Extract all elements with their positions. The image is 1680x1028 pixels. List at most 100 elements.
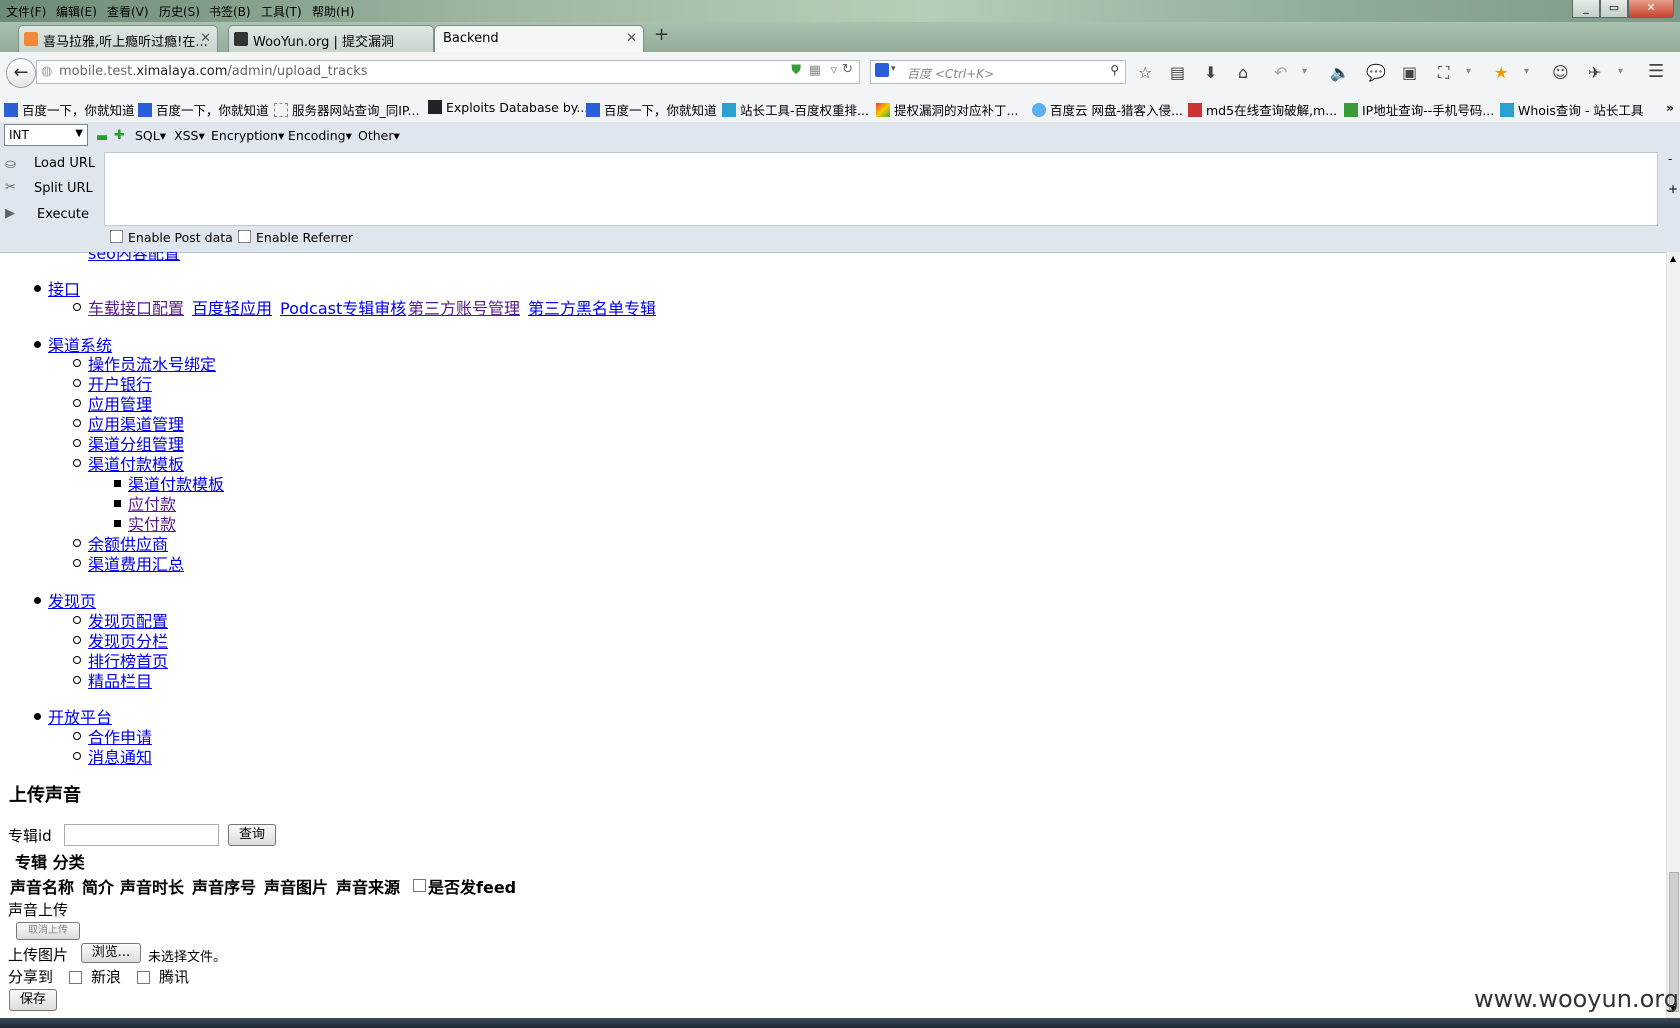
tab-ximalaya[interactable]: 喜马拉雅,听上瘾听过瘾!在... ✕	[18, 25, 218, 52]
bookmark-item[interactable]: 提权漏洞的对应补丁...	[876, 100, 1018, 119]
menu-tools[interactable]: 工具(T)	[261, 3, 302, 20]
browse-button[interactable]: 浏览...	[81, 943, 141, 963]
enable-referrer-checkbox[interactable]: Enable Referrer	[238, 230, 353, 245]
qr-icon[interactable]: ▦	[809, 63, 821, 78]
nav-link-channel-7[interactable]: 渠道费用汇总	[88, 551, 184, 575]
query-button[interactable]: 查询	[228, 824, 276, 846]
shield-icon[interactable]: ⛊	[791, 63, 801, 78]
xss-menu[interactable]: XSS▾	[174, 128, 205, 143]
tab-wooyun[interactable]: WooYun.org | 提交漏洞	[228, 25, 434, 52]
bookmark-item[interactable]: 百度一下，你就知道	[4, 100, 135, 119]
bookmark-item[interactable]: 百度一下，你就知道	[138, 100, 269, 119]
baidu-search-icon[interactable]	[875, 63, 889, 77]
crop-icon[interactable]: ⛶	[1438, 63, 1449, 83]
dropdown-icon[interactable]: ▿	[830, 63, 837, 78]
enable-post-checkbox[interactable]: Enable Post data	[110, 230, 233, 245]
new-tab-icon[interactable]: +	[654, 24, 669, 45]
speaker-icon[interactable]: 🔈	[1330, 63, 1350, 82]
decrease-icon[interactable]: ▬	[96, 130, 108, 145]
share-sina-checkbox[interactable]	[69, 971, 82, 984]
hamburger-menu-icon[interactable]: ☰	[1648, 61, 1664, 82]
cancel-upload-button[interactable]: 取消上传	[16, 922, 80, 940]
page-scrollbar[interactable]: ▲ ▼	[1666, 252, 1680, 1018]
magnifier-icon[interactable]: ⚲	[1110, 63, 1119, 77]
nav-link-car[interactable]: 车载接口配置	[88, 295, 184, 319]
expand-icon[interactable]: +	[1668, 182, 1678, 196]
bookmark-item[interactable]: 站长工具-百度权重排...	[722, 100, 869, 119]
close-window-button[interactable]: ✕	[1628, 0, 1674, 18]
tab-backend[interactable]: Backend ✕	[434, 25, 644, 53]
reading-list-icon[interactable]: ▤	[1170, 63, 1185, 82]
bookmark-item[interactable]: IP地址查询--手机号码...	[1344, 100, 1494, 119]
load-url-button[interactable]: Load URL	[34, 156, 95, 171]
share-tencent-checkbox[interactable]	[137, 971, 150, 984]
chevron-down-icon[interactable]: ▾	[1466, 66, 1471, 77]
execute-button[interactable]: Execute	[37, 207, 89, 222]
album-id-input[interactable]	[64, 824, 219, 846]
chevron-down-icon[interactable]: ▾	[1618, 66, 1623, 77]
nav-link-discover-3[interactable]: 精品栏目	[88, 668, 152, 692]
bookmark-item[interactable]: md5在线查询破解,m...	[1188, 100, 1337, 119]
menu-help[interactable]: 帮助(H)	[312, 3, 354, 20]
scroll-up-icon[interactable]: ▲	[1670, 254, 1676, 263]
sql-menu-label: SQL	[135, 128, 160, 143]
checkbox-box	[110, 230, 123, 243]
chevron-down-icon[interactable]: ▾	[891, 64, 896, 74]
minimize-button[interactable]: _	[1572, 0, 1600, 18]
extension-icon[interactable]: ✈	[1588, 63, 1601, 82]
type-select[interactable]: INT ▼	[4, 124, 88, 146]
search-input[interactable]: ▾ 百度 <Ctrl+K> ⚲	[870, 60, 1126, 84]
encoding-menu-label: Encoding	[288, 128, 346, 143]
split-url-button[interactable]: Split URL	[34, 181, 93, 196]
bullet	[114, 500, 121, 507]
menu-view[interactable]: 查看(V)	[107, 3, 149, 20]
close-tab-icon[interactable]: ✕	[626, 31, 637, 46]
back-arrow-icon[interactable]: ←	[6, 58, 36, 88]
bookmark-item[interactable]: 百度一下，你就知道	[586, 100, 717, 119]
nav-link-third-party-account[interactable]: 第三方账号管理	[408, 295, 520, 319]
other-menu[interactable]: Other▾	[358, 128, 400, 143]
nav-link-third-party-blacklist[interactable]: 第三方黑名单专辑	[528, 295, 656, 319]
bookmark-label: 百度一下，你就知道	[604, 103, 717, 118]
save-button[interactable]: 保存	[9, 989, 57, 1011]
nav-link-open-1[interactable]: 消息通知	[88, 744, 152, 768]
menu-file[interactable]: 文件(F)	[6, 3, 46, 20]
chat-icon[interactable]: 💬	[1366, 63, 1386, 82]
home-icon[interactable]: ⌂	[1238, 63, 1248, 82]
favorites-icon[interactable]: ★	[1494, 63, 1508, 82]
encryption-menu[interactable]: Encryption▾	[211, 128, 284, 143]
bookmarks-toolbar: 百度一下，你就知道 百度一下，你就知道 服务器网站查询_同IP... Explo…	[0, 94, 1680, 123]
nav-link-seo[interactable]: seo内容配置	[88, 252, 180, 264]
encoding-menu[interactable]: Encoding▾	[288, 128, 352, 143]
collapse-icon[interactable]: -	[1668, 152, 1672, 166]
close-tab-icon[interactable]: ✕	[200, 31, 211, 46]
nav-link-baidu-light[interactable]: 百度轻应用	[192, 295, 272, 319]
bookmark-item[interactable]: 服务器网站查询_同IP...	[274, 100, 419, 119]
checkbox-box	[238, 230, 251, 243]
download-icon[interactable]: ⬇	[1204, 63, 1217, 82]
maximize-button[interactable]: ▭	[1600, 0, 1628, 18]
smiley-icon[interactable]: ☺	[1552, 63, 1569, 82]
chevron-down-icon[interactable]: ▾	[1524, 66, 1529, 77]
url-textarea[interactable]	[104, 152, 1658, 226]
bullet	[73, 439, 81, 447]
sql-menu[interactable]: SQL▾	[135, 128, 166, 143]
bookmark-item[interactable]: Whois查询 - 站长工具	[1500, 100, 1643, 119]
menu-edit[interactable]: 编辑(E)	[56, 3, 97, 20]
send-feed-checkbox[interactable]	[413, 879, 426, 892]
star-icon[interactable]: ☆	[1138, 63, 1152, 82]
menu-history[interactable]: 历史(S)	[159, 3, 200, 20]
nav-section-interface[interactable]: 接口	[48, 276, 80, 300]
bookmark-item[interactable]: Exploits Database by...	[428, 100, 588, 115]
nav-link-podcast[interactable]: Podcast专辑审核	[280, 295, 406, 319]
url-bar[interactable]: ◍ mobile.test.ximalaya.com/admin/upload_…	[36, 60, 860, 84]
increase-icon[interactable]: ✚	[114, 128, 125, 143]
reader-icon[interactable]: ▣	[1402, 63, 1417, 82]
more-bookmarks-icon[interactable]: »	[1666, 100, 1674, 115]
undo-icon[interactable]: ↶	[1274, 63, 1287, 82]
chevron-down-icon[interactable]: ▾	[1302, 66, 1307, 77]
bookmark-item[interactable]: 百度云 网盘-猎客入侵...	[1032, 100, 1183, 119]
reload-icon[interactable]: ↻	[842, 62, 853, 77]
menu-bookmarks[interactable]: 书签(B)	[209, 3, 251, 20]
baidu-icon	[4, 103, 18, 117]
